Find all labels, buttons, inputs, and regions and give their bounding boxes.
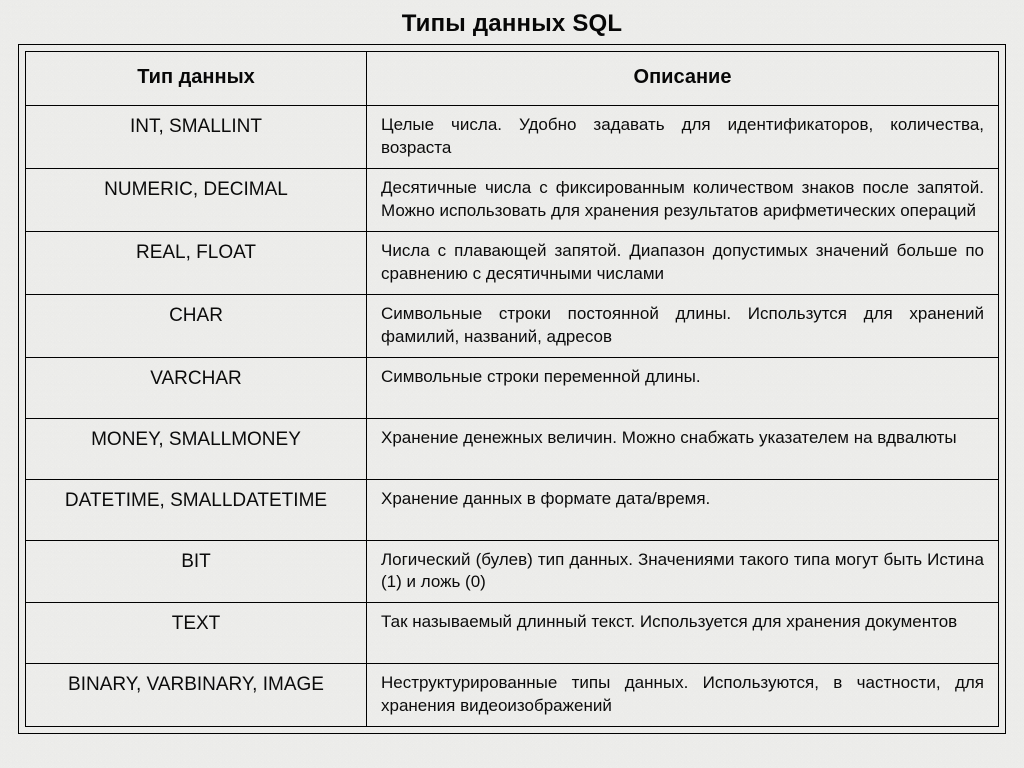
- table-row: NUMERIC, DECIMAL Десятичные числа с фикси…: [26, 168, 999, 231]
- type-cell: MONEY, SMALLMONEY: [26, 418, 367, 479]
- desc-text: Числа с плавающей запятой. Диапазон допу…: [381, 240, 984, 286]
- type-cell: BINARY, VARBINARY, IMAGE: [26, 664, 367, 727]
- table-header-row: Тип данных Описание: [26, 52, 999, 106]
- desc-text: Десятичные числа с фиксированным количес…: [381, 177, 984, 223]
- table-row: TEXT Так называемый длинный текст. Исполь…: [26, 603, 999, 664]
- type-cell: BIT: [26, 540, 367, 603]
- table-row: DATETIME, SMALLDATETIME Хранение данных в…: [26, 479, 999, 540]
- desc-cell: Числа с плавающей запятой. Диапазон допу…: [367, 231, 999, 294]
- type-cell: REAL, FLOAT: [26, 231, 367, 294]
- table-row: MONEY, SMALLMONEY Хранение денежных велич…: [26, 418, 999, 479]
- desc-cell: Логический (булев) тип данных. Значениям…: [367, 540, 999, 603]
- desc-text: Хранение данных в формате дата/время.: [381, 488, 984, 532]
- desc-cell: Хранение денежных величин. Можно снабжат…: [367, 418, 999, 479]
- desc-cell: Символьные строки переменной длины.: [367, 357, 999, 418]
- desc-cell: Так называемый длинный текст. Использует…: [367, 603, 999, 664]
- type-cell: VARCHAR: [26, 357, 367, 418]
- desc-cell: Неструктурированные типы данных. Использ…: [367, 664, 999, 727]
- desc-text: Символьные строки переменной длины.: [381, 366, 984, 410]
- desc-text: Целые числа. Удобно задавать для идентиф…: [381, 114, 984, 160]
- desc-text: Так называемый длинный текст. Использует…: [381, 611, 984, 655]
- type-cell: CHAR: [26, 294, 367, 357]
- table-row: INT, SMALLINT Целые числа. Удобно задават…: [26, 106, 999, 169]
- col-header-desc: Описание: [367, 52, 999, 106]
- desc-cell: Десятичные числа с фиксированным количес…: [367, 168, 999, 231]
- type-cell: NUMERIC, DECIMAL: [26, 168, 367, 231]
- desc-text: Логический (булев) тип данных. Значениям…: [381, 549, 984, 595]
- desc-cell: Целые числа. Удобно задавать для идентиф…: [367, 106, 999, 169]
- table-row: BINARY, VARBINARY, IMAGE Неструктурирован…: [26, 664, 999, 727]
- desc-text: Хранение денежных величин. Можно снабжат…: [381, 427, 984, 471]
- table-row: BIT Логический (булев) тип данных. Значен…: [26, 540, 999, 603]
- desc-text: Символьные строки постоянной длины. Испо…: [381, 303, 984, 349]
- type-cell: INT, SMALLINT: [26, 106, 367, 169]
- table-row: REAL, FLOAT Числа с плавающей запятой. Ди…: [26, 231, 999, 294]
- table-row: CHAR Символьные строки постоянной длины. …: [26, 294, 999, 357]
- col-header-type: Тип данных: [26, 52, 367, 106]
- desc-text: Неструктурированные типы данных. Использ…: [381, 672, 984, 718]
- desc-cell: Хранение данных в формате дата/время.: [367, 479, 999, 540]
- desc-cell: Символьные строки постоянной длины. Испо…: [367, 294, 999, 357]
- sql-types-table: Тип данных Описание INT, SMALLINT Целые ч…: [25, 51, 999, 727]
- type-cell: DATETIME, SMALLDATETIME: [26, 479, 367, 540]
- type-cell: TEXT: [26, 603, 367, 664]
- page-title: Типы данных SQL: [18, 10, 1006, 38]
- table-frame: Тип данных Описание INT, SMALLINT Целые ч…: [18, 44, 1006, 734]
- table-row: VARCHAR Символьные строки переменной длин…: [26, 357, 999, 418]
